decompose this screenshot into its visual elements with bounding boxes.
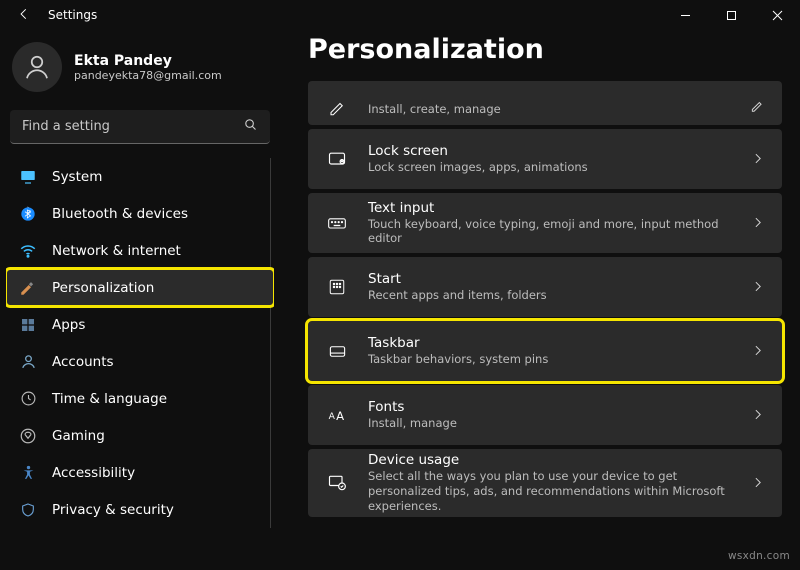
card-device-usage[interactable]: Device usage Select all the ways you pla… [308,449,782,517]
profile-name: Ekta Pandey [74,53,222,69]
gaming-icon [18,426,38,446]
settings-cards: Install, create, manage Lock screen Lock… [308,81,782,517]
accounts-icon [18,352,38,372]
card-title: Device usage [368,452,751,469]
profile-block[interactable]: Ekta Pandey pandeyekta78@gmail.com [6,38,274,110]
window-title: Settings [48,8,97,22]
shield-icon [18,500,38,520]
sidebar-item-label: Accounts [52,354,114,370]
card-sub: Touch keyboard, voice typing, emoji and … [368,217,751,247]
sidebar-item-label: System [52,169,102,185]
sidebar-item-label: Privacy & security [52,502,174,518]
sidebar-item-label: Gaming [52,428,105,444]
chevron-right-icon [751,214,764,233]
clock-icon [18,389,38,409]
title-bar: Settings [0,0,800,30]
keyboard-icon [324,213,350,233]
card-sub: Lock screen images, apps, animations [368,160,751,175]
card-sub: Select all the ways you plan to use your… [368,469,751,514]
card-lock-screen[interactable]: Lock screen Lock screen images, apps, an… [308,129,782,189]
avatar [12,42,62,92]
chevron-right-icon [751,406,764,425]
card-title: Lock screen [368,143,751,160]
chevron-right-icon [751,342,764,361]
sidebar-item-gaming[interactable]: Gaming [6,417,274,454]
card-themes[interactable]: Install, create, manage [308,81,782,125]
search-input[interactable] [22,119,243,134]
back-button[interactable] [14,7,34,24]
card-title: Text input [368,200,751,217]
chevron-right-icon [751,150,764,169]
card-title: Start [368,271,751,288]
sidebar-item-system[interactable]: System [6,158,274,195]
edit-icon [750,98,764,117]
fonts-icon: AA [324,405,350,425]
sidebar-item-time-language[interactable]: Time & language [6,380,274,417]
sidebar-item-apps[interactable]: Apps [6,306,274,343]
sidebar-item-label: Time & language [52,391,167,407]
maximize-button[interactable] [708,0,754,30]
search-icon [243,117,258,136]
card-text-input[interactable]: Text input Touch keyboard, voice typing,… [308,193,782,253]
sidebar-item-label: Apps [52,317,85,333]
profile-email: pandeyekta78@gmail.com [74,69,222,82]
card-title: Taskbar [368,335,751,352]
sidebar-item-personalization[interactable]: Personalization [6,269,274,306]
nav-list: System Bluetooth & devices Network & int… [6,158,274,528]
watermark: wsxdn.com [728,550,790,562]
lock-screen-icon [324,149,350,169]
search-box[interactable] [10,110,270,144]
accessibility-icon [18,463,38,483]
sidebar-item-accounts[interactable]: Accounts [6,343,274,380]
start-icon [324,278,350,296]
sidebar-item-privacy[interactable]: Privacy & security [6,491,274,528]
main-panel: Personalization Install, create, manage [280,30,800,570]
chevron-right-icon [751,474,764,493]
themes-icon [324,99,350,117]
system-icon [18,167,38,187]
bluetooth-icon [18,204,38,224]
minimize-button[interactable] [662,0,708,30]
card-taskbar[interactable]: Taskbar Taskbar behaviors, system pins [308,321,782,381]
page-title: Personalization [308,34,782,65]
svg-text:A: A [336,409,344,423]
personalization-icon [18,278,38,298]
device-usage-icon [324,473,350,493]
sidebar-item-label: Accessibility [52,465,135,481]
sidebar-item-network[interactable]: Network & internet [6,232,274,269]
sidebar-item-label: Bluetooth & devices [52,206,188,222]
sidebar-item-bluetooth[interactable]: Bluetooth & devices [6,195,274,232]
card-sub: Recent apps and items, folders [368,288,751,303]
card-start[interactable]: Start Recent apps and items, folders [308,257,782,317]
card-title: Fonts [368,399,751,416]
close-button[interactable] [754,0,800,30]
card-fonts[interactable]: AA Fonts Install, manage [308,385,782,445]
sidebar-item-label: Personalization [52,280,154,296]
chevron-right-icon [751,278,764,297]
sidebar-item-accessibility[interactable]: Accessibility [6,454,274,491]
sidebar: Ekta Pandey pandeyekta78@gmail.com Syste… [0,30,280,570]
window-controls [662,0,800,30]
sidebar-item-label: Network & internet [52,243,181,259]
wifi-icon [18,241,38,261]
card-sub: Install, manage [368,416,751,431]
card-sub: Taskbar behaviors, system pins [368,352,751,367]
taskbar-icon [324,342,350,361]
card-sub: Install, create, manage [368,102,750,117]
apps-icon [18,315,38,335]
svg-text:A: A [329,411,336,422]
